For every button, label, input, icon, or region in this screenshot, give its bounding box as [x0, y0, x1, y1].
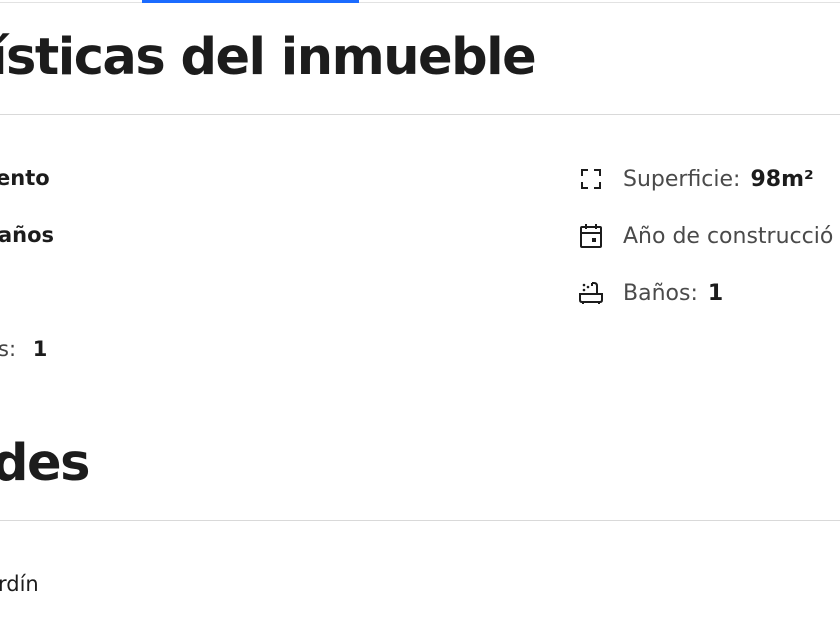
active-tab-indicator [142, 0, 359, 3]
amenities-title: des [0, 434, 90, 493]
feature-left-3-label: s: [0, 337, 17, 361]
feature-surface: Superficie: 98m² [577, 165, 814, 193]
bathrooms-value: 1 [707, 280, 724, 306]
property-type-value: ento [0, 166, 50, 190]
tabs-bottom-border [0, 2, 840, 3]
bathtub-icon [577, 279, 605, 307]
area-icon [577, 165, 605, 193]
property-age-value: años [0, 223, 55, 247]
feature-left-3: s: 1 [0, 339, 47, 360]
characteristics-title: ísticas del inmueble [0, 28, 537, 87]
amenities-divider [0, 520, 840, 521]
year-built-label: Año de construcció [623, 223, 834, 249]
surface-value: 98m² [750, 166, 814, 192]
calendar-icon [577, 222, 605, 250]
characteristics-divider [0, 114, 840, 115]
feature-bathrooms: Baños: 1 [577, 279, 723, 307]
feature-year-built: Año de construcció [577, 222, 833, 250]
surface-label: Superficie: [623, 166, 741, 192]
amenity-item-garden: rdín [0, 572, 39, 596]
feature-left-3-value: 1 [32, 337, 48, 361]
bathrooms-label: Baños: [623, 280, 698, 306]
